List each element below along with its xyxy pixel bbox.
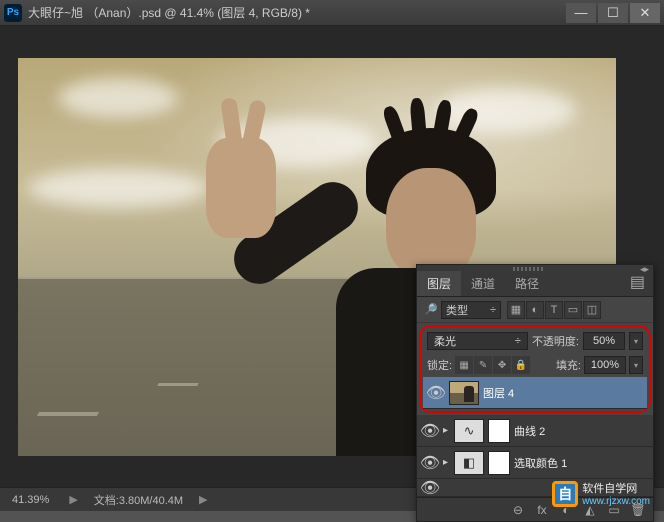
fill-input[interactable]: 100% — [584, 356, 626, 374]
close-button[interactable]: ✕ — [630, 3, 660, 23]
layer-mask-thumbnail[interactable] — [488, 419, 510, 443]
panel-tabs: 图层 通道 路径 ▤ — [417, 273, 653, 297]
fill-arrow-icon[interactable]: ▾ — [629, 356, 643, 374]
visibility-eye-icon[interactable]: 👁 — [427, 384, 445, 402]
filter-type-buttons: ▦ ◐ T ▭ ◫ — [507, 301, 601, 319]
layer-item[interactable]: 👁 图层 4 — [423, 377, 647, 409]
app-icon: Ps — [4, 4, 22, 22]
lock-all-icon[interactable]: 🔒 — [512, 356, 530, 374]
panel-menu-icon[interactable]: ▤ — [622, 268, 653, 296]
watermark-url: www.rjzxw.com — [582, 496, 650, 507]
filter-kind-select[interactable]: 类型 ÷ — [441, 301, 501, 319]
fx-icon[interactable]: fx — [531, 501, 553, 519]
layer-thumbnail[interactable]: ∿ — [454, 419, 484, 443]
link-layers-icon[interactable]: ⊖ — [507, 501, 529, 519]
chevron-down-icon: ÷ — [490, 304, 496, 316]
layer-item[interactable]: 👁 ▸ ∿ 曲线 2 — [417, 415, 653, 447]
opacity-arrow-icon[interactable]: ▾ — [629, 332, 643, 350]
opacity-label: 不透明度: — [532, 333, 579, 349]
expand-arrow-icon[interactable]: ▸ — [443, 425, 448, 436]
layer-filter-row: 🔎 类型 ÷ ▦ ◐ T ▭ ◫ — [417, 297, 653, 323]
fill-label: 填充: — [556, 357, 581, 373]
tab-paths[interactable]: 路径 — [505, 271, 549, 296]
watermark-text: 软件自学网 — [582, 480, 650, 496]
layer-thumbnail[interactable] — [449, 381, 479, 405]
document-title: 大眼仔~旭 （Anan）.psd @ 41.4% (图层 4, RGB/8) * — [28, 4, 566, 21]
opacity-input[interactable]: 50% — [583, 332, 625, 350]
maximize-button[interactable]: ☐ — [598, 3, 628, 23]
watermark: 自 软件自学网 www.rjzxw.com — [552, 480, 650, 507]
lock-position-icon[interactable]: ✥ — [493, 356, 511, 374]
tab-layers[interactable]: 图层 — [417, 271, 461, 296]
blend-row: 柔光 ÷ 不透明度: 50% ▾ — [423, 329, 647, 353]
lock-buttons: ▦ ✎ ✥ 🔒 — [455, 356, 530, 374]
titlebar: Ps 大眼仔~旭 （Anan）.psd @ 41.4% (图层 4, RGB/8… — [0, 0, 664, 26]
filter-smart-icon[interactable]: ◫ — [583, 301, 601, 319]
layer-item[interactable]: 👁 ▸ ◧ 选取颜色 1 — [417, 447, 653, 479]
lock-pixels-icon[interactable]: ✎ — [474, 356, 492, 374]
window-controls: — ☐ ✕ — [566, 3, 660, 23]
filter-text-icon[interactable]: T — [545, 301, 563, 319]
highlight-annotation: 柔光 ÷ 不透明度: 50% ▾ 锁定: ▦ ✎ ✥ 🔒 填充: 100% ▾ … — [419, 325, 651, 413]
blend-mode-value: 柔光 — [434, 333, 456, 349]
visibility-eye-icon[interactable]: 👁 — [421, 479, 439, 497]
expand-arrow-icon[interactable]: ▸ — [443, 457, 448, 468]
document-info: 文档:3.80M/40.4M — [86, 492, 191, 508]
lock-row: 锁定: ▦ ✎ ✥ 🔒 填充: 100% ▾ — [423, 353, 647, 377]
watermark-logo-icon: 自 — [552, 481, 578, 507]
layer-name-label[interactable]: 曲线 2 — [514, 423, 545, 439]
blend-mode-select[interactable]: 柔光 ÷ — [427, 332, 528, 350]
layer-list: 👁 图层 4 — [423, 377, 647, 409]
filter-kind-label: 类型 — [446, 302, 468, 318]
layer-name-label[interactable]: 图层 4 — [483, 385, 514, 401]
doc-info-arrow-icon[interactable]: ▶ — [191, 493, 215, 506]
filter-shape-icon[interactable]: ▭ — [564, 301, 582, 319]
visibility-eye-icon[interactable]: 👁 — [421, 454, 439, 472]
layer-mask-thumbnail[interactable] — [488, 451, 510, 475]
filter-adjust-icon[interactable]: ◐ — [526, 301, 544, 319]
filter-pixel-icon[interactable]: ▦ — [507, 301, 525, 319]
tab-channels[interactable]: 通道 — [461, 271, 505, 296]
zoom-arrow-icon[interactable]: ▶ — [61, 493, 85, 506]
visibility-eye-icon[interactable]: 👁 — [421, 422, 439, 440]
zoom-level[interactable]: 41.39% — [0, 494, 61, 506]
layer-name-label[interactable]: 选取颜色 1 — [514, 455, 567, 471]
filter-search-icon[interactable]: 🔎 — [423, 302, 439, 318]
lock-label: 锁定: — [427, 357, 452, 373]
chevron-down-icon: ÷ — [515, 335, 521, 347]
layer-thumbnail[interactable]: ◧ — [454, 451, 484, 475]
minimize-button[interactable]: — — [566, 3, 596, 23]
lock-transparent-icon[interactable]: ▦ — [455, 356, 473, 374]
